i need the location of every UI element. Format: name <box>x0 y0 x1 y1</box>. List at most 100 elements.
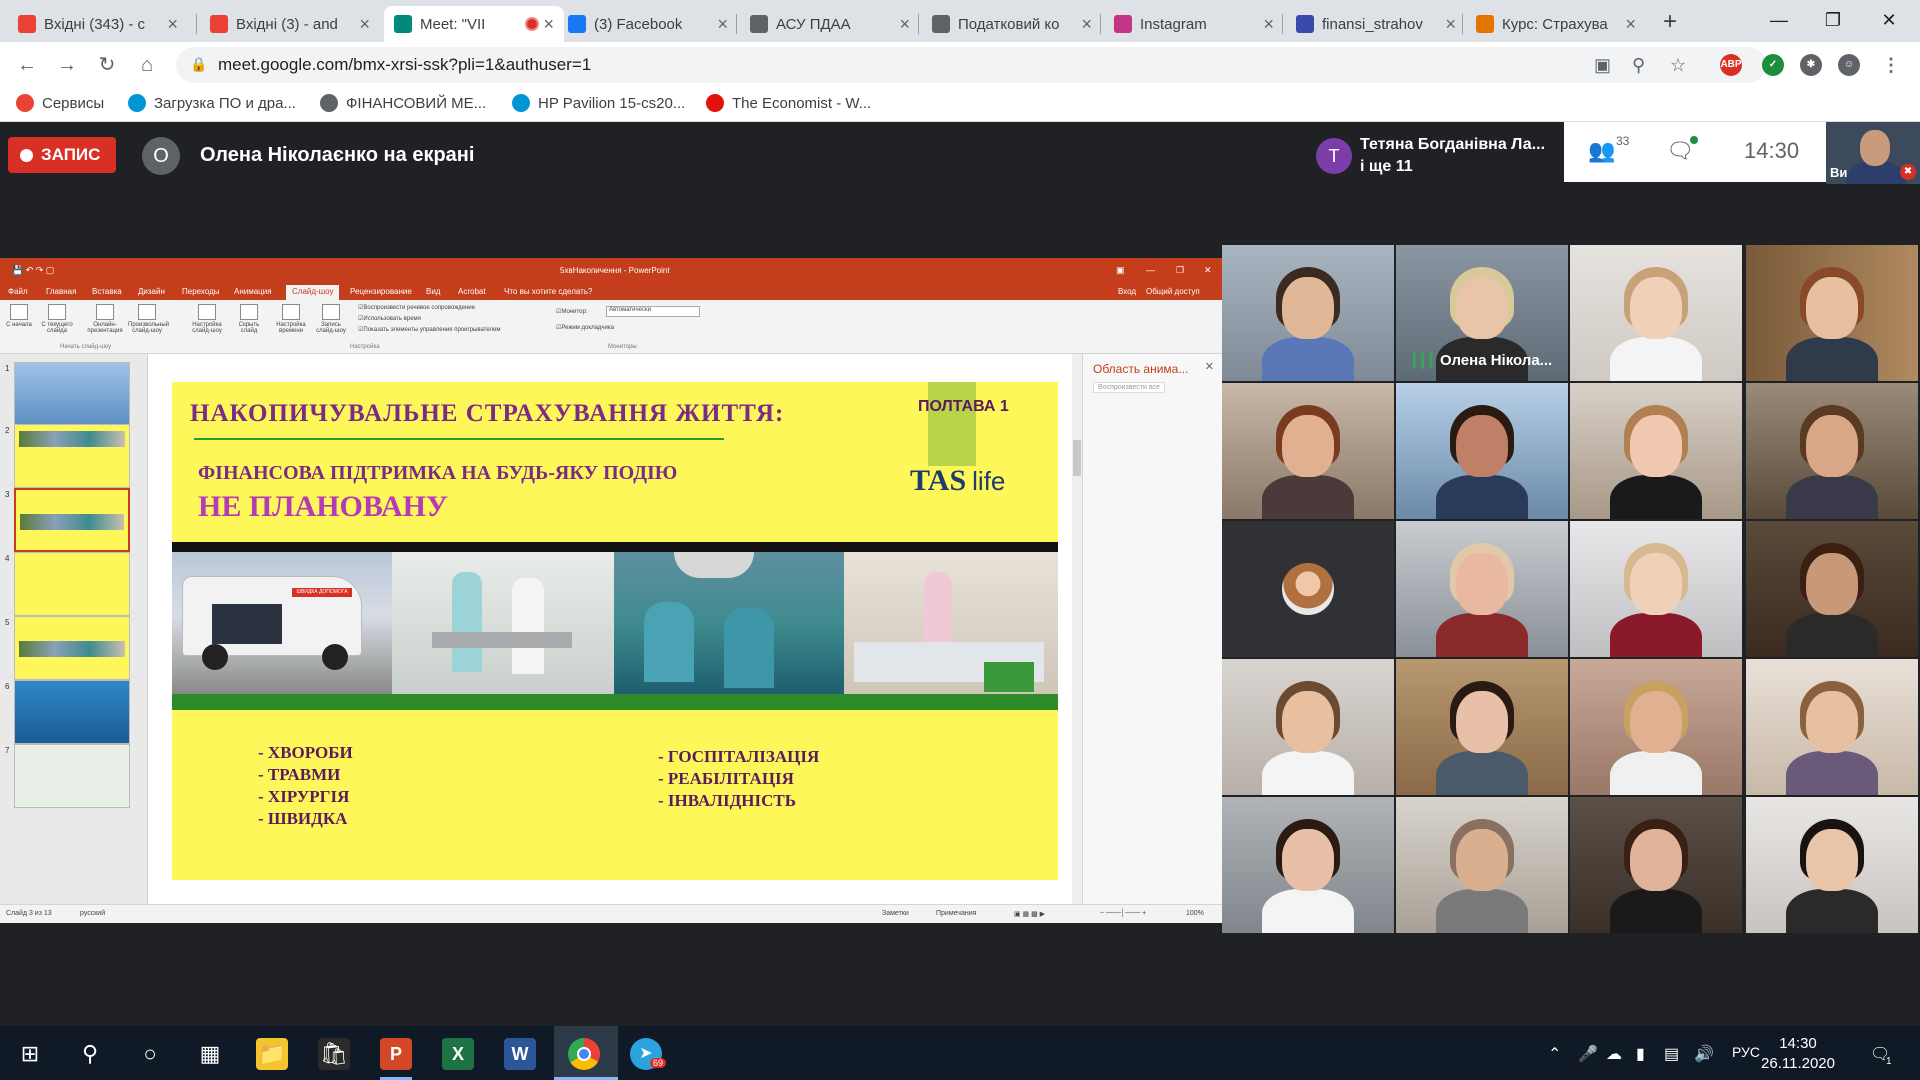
ribbon-tab[interactable]: Переходы <box>182 287 220 296</box>
menu-icon[interactable]: ⋮ <box>1880 54 1902 76</box>
browser-tab[interactable]: Instagram × <box>1104 6 1284 42</box>
slide-thumbnail[interactable] <box>14 680 130 744</box>
participant-tile[interactable] <box>1222 245 1394 381</box>
view-icons[interactable]: ▣ ▦ ▩ ▶ <box>1014 910 1045 918</box>
ribbon-button[interactable]: Запись слайд-шоу <box>312 304 350 334</box>
participant-tile[interactable] <box>1570 521 1742 657</box>
extensions-icon[interactable]: ✱ <box>1800 54 1822 76</box>
ppt-close-icon[interactable]: ✕ <box>1204 265 1212 276</box>
participant-tile[interactable] <box>1222 797 1394 933</box>
participant-tile[interactable] <box>1746 383 1918 519</box>
new-tab-button[interactable]: + <box>1656 8 1684 36</box>
ribbon-button[interactable]: С текущего слайда <box>38 304 76 334</box>
ribbon-tab[interactable]: Acrobat <box>458 287 486 296</box>
onedrive-icon[interactable]: ☁ <box>1606 1044 1622 1064</box>
self-video-tile[interactable]: Ви ✖ <box>1826 122 1920 184</box>
windows-start-icon[interactable]: ⊞ <box>14 1038 46 1070</box>
ribbon-tab[interactable]: Вид <box>426 287 440 296</box>
participant-tile[interactable] <box>1396 383 1568 519</box>
word-icon[interactable]: W <box>504 1038 536 1070</box>
close-tab-icon[interactable]: × <box>1263 14 1274 35</box>
forward-icon[interactable]: → <box>52 50 82 80</box>
browser-tab[interactable]: Meet: "VII × <box>384 6 564 42</box>
slide-thumbnail[interactable] <box>14 744 130 808</box>
zoom-slider[interactable]: − ───│─── + <box>1100 910 1146 917</box>
scroll-thumb[interactable] <box>1073 440 1081 476</box>
ribbon-tab[interactable]: Дизайн <box>138 287 165 296</box>
close-tab-icon[interactable]: × <box>1625 14 1636 35</box>
participant-tile[interactable] <box>1222 521 1394 657</box>
bookmark-item[interactable]: Загрузка ПО и дра... <box>128 94 296 112</box>
reload-icon[interactable]: ↻ <box>92 50 122 80</box>
share-button[interactable]: Общий доступ <box>1146 287 1200 296</box>
ribbon-button[interactable]: С начала <box>0 304 38 328</box>
monitor-select[interactable]: Автоматически <box>606 306 700 317</box>
ribbon-tab[interactable]: Файл <box>8 287 28 296</box>
sign-in-link[interactable]: Вход <box>1118 287 1136 296</box>
task-view-icon[interactable]: ▦ <box>194 1038 226 1070</box>
adblock-icon[interactable]: ABP <box>1720 54 1742 76</box>
bookmark-item[interactable]: HP Pavilion 15-cs20... <box>512 94 685 112</box>
input-language[interactable]: РУС <box>1732 1044 1760 1060</box>
participant-tile[interactable] <box>1746 521 1918 657</box>
zoom-level[interactable]: 100% <box>1186 910 1204 917</box>
notes-button[interactable]: Заметки <box>882 910 909 917</box>
play-all-button[interactable]: Воспроизвести все <box>1093 382 1165 393</box>
browser-tab[interactable]: Вхідні (3) - and × <box>200 6 380 42</box>
back-icon[interactable]: ← <box>12 50 42 80</box>
ribbon-tab[interactable]: Вставка <box>92 287 122 296</box>
cortana-icon[interactable]: ○ <box>134 1038 166 1070</box>
network-icon[interactable]: ▤ <box>1664 1044 1679 1064</box>
ppt-minimize-icon[interactable]: — <box>1146 265 1155 275</box>
chrome-icon[interactable] <box>568 1038 600 1070</box>
minimize-button[interactable]: — <box>1756 4 1802 36</box>
tray-chevron-icon[interactable]: ⌃ <box>1548 1044 1561 1064</box>
ribbon-button[interactable]: Настройка слайд-шоу <box>188 304 226 334</box>
slide-thumbnail[interactable] <box>14 362 130 426</box>
volume-icon[interactable]: 🔊 <box>1694 1044 1714 1064</box>
close-tab-icon[interactable]: × <box>359 14 370 35</box>
participant-tile[interactable] <box>1570 245 1742 381</box>
file-explorer-icon[interactable]: 📁 <box>256 1038 288 1070</box>
browser-tab[interactable]: finansi_strahov × <box>1286 6 1466 42</box>
participant-tile[interactable]: ┃┃┃ Олена Ніколa... <box>1396 245 1568 381</box>
system-clock[interactable]: 14:30 26.11.2020 <box>1758 1034 1838 1074</box>
camera-icon[interactable]: ▣ <box>1594 55 1611 76</box>
close-icon[interactable]: ✕ <box>1205 360 1214 373</box>
check-media-controls[interactable]: Показать элементы управления проигрывате… <box>358 326 500 333</box>
participant-tile[interactable] <box>1746 659 1918 795</box>
search-icon[interactable]: ⚲ <box>74 1038 106 1070</box>
close-tab-icon[interactable]: × <box>899 14 910 35</box>
people-icon[interactable]: 👥 <box>1588 138 1615 164</box>
participant-tile[interactable] <box>1746 797 1918 933</box>
battery-icon[interactable]: ▮ <box>1636 1044 1645 1064</box>
powerpoint-icon[interactable]: P <box>380 1038 412 1070</box>
microphone-icon[interactable]: 🎤 <box>1578 1044 1598 1064</box>
close-tab-icon[interactable]: × <box>543 14 554 35</box>
restore-button[interactable]: ❐ <box>1810 4 1856 36</box>
bookmark-item[interactable]: ФІНАНСОВИЙ МЕ... <box>320 94 486 112</box>
shield-extension-icon[interactable]: ✓ <box>1762 54 1784 76</box>
home-icon[interactable]: ⌂ <box>132 50 162 80</box>
participant-tile[interactable] <box>1222 659 1394 795</box>
close-window-button[interactable]: ✕ <box>1866 4 1912 36</box>
ribbon-tab[interactable]: Анимация <box>234 287 272 296</box>
participant-tile[interactable] <box>1570 659 1742 795</box>
browser-tab[interactable]: Податковий ко × <box>922 6 1102 42</box>
participant-tile[interactable] <box>1396 521 1568 657</box>
participants-chip[interactable]: Т Тетяна Богданівна Ла... і ще 11 <box>1304 128 1564 180</box>
slide-thumbnail[interactable] <box>14 424 130 488</box>
ribbon-button[interactable]: Настройка времени <box>272 304 310 334</box>
ribbon-button[interactable]: Онлайн-презентация <box>86 304 124 334</box>
participant-tile[interactable] <box>1396 659 1568 795</box>
slide-thumbnail[interactable] <box>14 552 130 616</box>
comments-button[interactable]: Примечания <box>936 910 976 917</box>
browser-tab[interactable]: Вхідні (343) - c × <box>8 6 188 42</box>
bookmark-item[interactable]: The Economist - W... <box>706 94 871 112</box>
ppt-ribbon-toggle-icon[interactable]: ▣ <box>1116 265 1125 276</box>
bookmark-item[interactable]: Сервисы <box>16 94 104 112</box>
close-tab-icon[interactable]: × <box>717 14 728 35</box>
browser-tab[interactable]: АСУ ПДАА × <box>740 6 920 42</box>
check-narration[interactable]: Воспроизвести речевое сопровождение <box>358 304 475 311</box>
excel-icon[interactable]: X <box>442 1038 474 1070</box>
